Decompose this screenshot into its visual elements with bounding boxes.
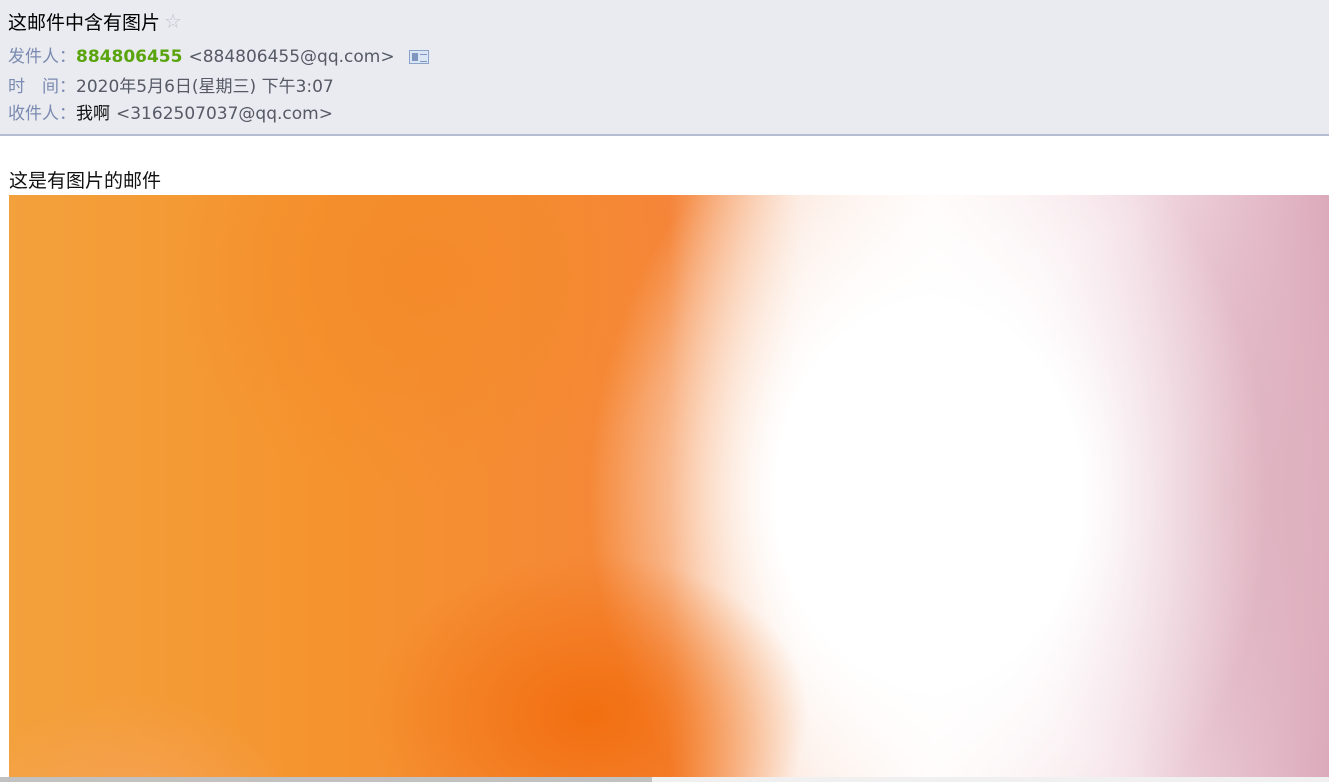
email-header: 这邮件中含有图片 ☆ 发件人： 884806455 <884806455@qq.… xyxy=(0,0,1329,136)
sender-name-link[interactable]: 884806455 xyxy=(76,46,182,68)
contact-card-icon[interactable] xyxy=(408,50,429,64)
email-subject: 这邮件中含有图片 xyxy=(8,11,161,34)
recipient-name[interactable]: 我啊 xyxy=(76,103,110,125)
time-row: 时 间： 2020年5月6日(星期三) 下午3:07 xyxy=(8,76,334,98)
email-body-text: 这是有图片的邮件 xyxy=(9,170,162,192)
from-label: 发件人： xyxy=(8,47,76,67)
time-value: 2020年5月6日(星期三) 下午3:07 xyxy=(76,77,334,97)
email-image[interactable] xyxy=(9,195,1329,782)
from-row: 发件人： 884806455 <884806455@qq.com> xyxy=(8,46,429,68)
sender-address: <884806455@qq.com> xyxy=(188,47,395,67)
time-label: 时 间： xyxy=(8,77,76,97)
to-label: 收件人： xyxy=(8,104,76,124)
horizontal-scrollbar[interactable] xyxy=(0,777,1329,782)
recipient-address: <3162507037@qq.com> xyxy=(116,104,333,124)
star-icon[interactable]: ☆ xyxy=(164,9,182,33)
subject-row: 这邮件中含有图片 ☆ xyxy=(8,8,182,34)
scrollbar-thumb[interactable] xyxy=(0,777,652,782)
to-row: 收件人： 我啊 <3162507037@qq.com> xyxy=(8,103,333,125)
